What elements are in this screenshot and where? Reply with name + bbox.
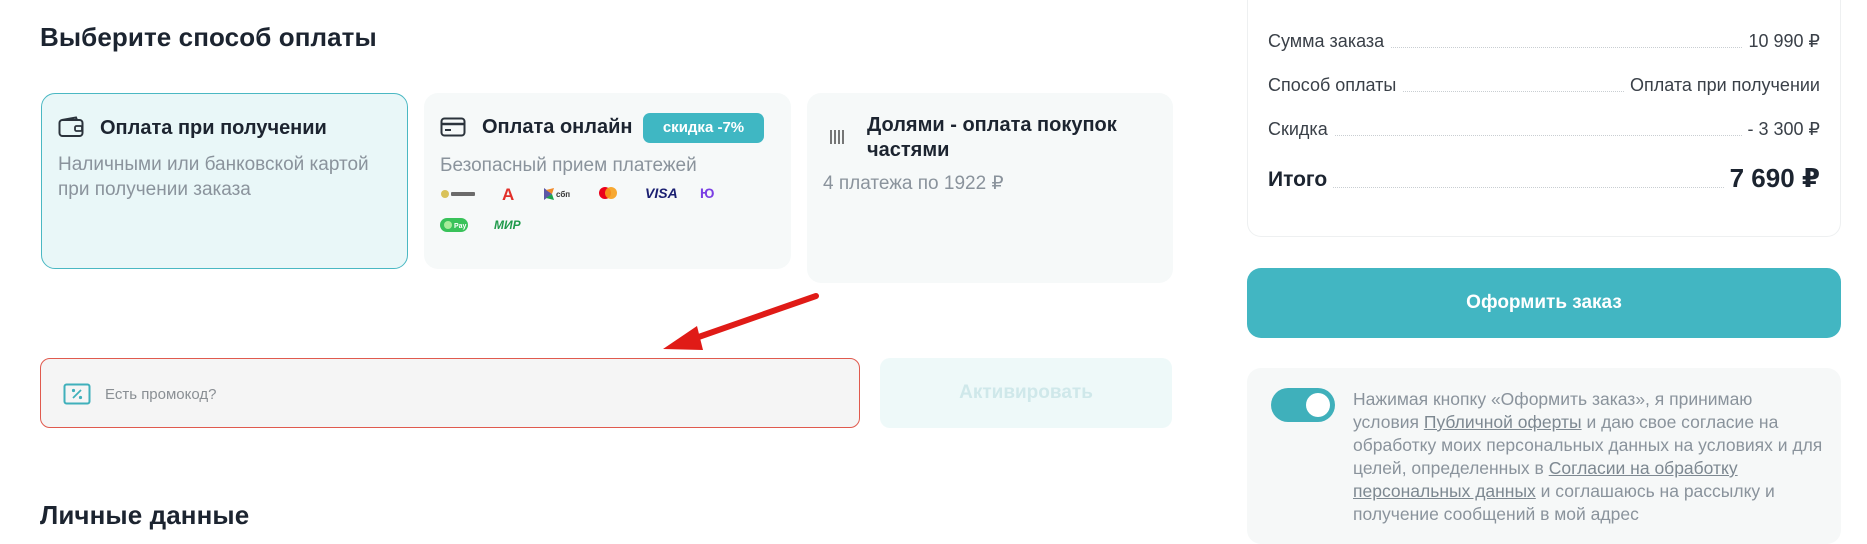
summary-row-payment-method: Способ оплаты Оплата при получении [1268,70,1820,100]
summary-label: Способ оплаты [1268,75,1403,96]
toggle-knob [1306,393,1330,417]
summary-row-discount: Скидка - 3 300 ₽ [1268,114,1820,144]
consent-block: Нажимая кнопку «Оформить заказ», я прини… [1247,368,1841,544]
consent-toggle[interactable] [1271,388,1335,422]
summary-row-subtotal: Сумма заказа 10 990 ₽ [1268,26,1820,56]
promo-code-field[interactable] [40,358,860,428]
total-value: 7 690 ₽ [1723,163,1820,194]
activate-promo-button[interactable]: Активировать [880,358,1172,428]
order-summary: Сумма заказа 10 990 ₽ Способ оплаты Опла… [1247,0,1841,237]
summary-value: Оплата при получении [1623,75,1820,96]
summary-label: Сумма заказа [1268,31,1391,52]
total-label: Итого [1268,168,1334,192]
place-order-button[interactable]: Оформить заказ [1247,268,1841,338]
summary-row-total: Итого 7 690 ₽ [1268,160,1820,196]
discount-coupon-icon [63,383,91,410]
public-offer-link[interactable]: Публичной оферты [1424,412,1582,432]
personal-data-title: Личные данные [40,500,250,530]
summary-value: 10 990 ₽ [1742,31,1820,52]
consent-text: Нажимая кнопку «Оформить заказ», я прини… [1353,388,1823,526]
summary-value: - 3 300 ₽ [1741,119,1820,140]
promo-code-input[interactable] [105,379,805,409]
summary-label: Скидка [1268,119,1334,140]
